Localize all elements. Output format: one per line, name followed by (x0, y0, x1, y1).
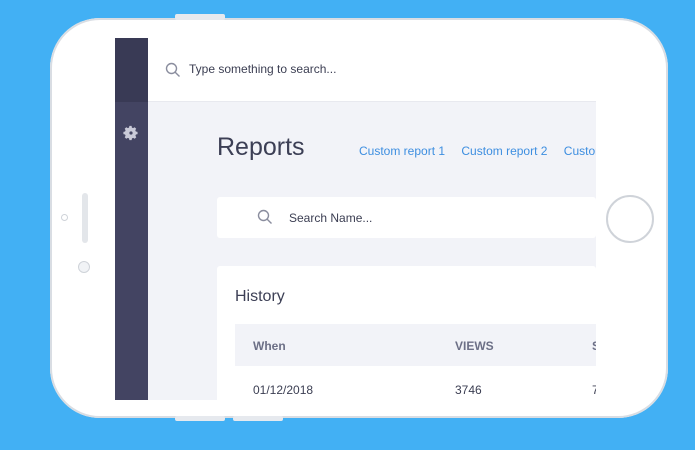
top-search-bar (148, 38, 596, 102)
page-title: Reports (217, 133, 305, 161)
camera-dot (78, 261, 90, 273)
side-button (175, 416, 225, 421)
tab-custom-report-3[interactable]: Custom (564, 144, 596, 158)
name-search-input[interactable] (289, 207, 539, 229)
tab-custom-report-1[interactable]: Custom report 1 (359, 144, 445, 158)
history-card: History When VIEWS S (217, 266, 596, 400)
home-button[interactable] (606, 195, 654, 243)
side-button (233, 416, 283, 421)
sensor-dot (61, 214, 68, 221)
gear-icon[interactable] (123, 125, 139, 141)
global-search-input[interactable] (189, 58, 489, 80)
column-header-when[interactable]: When (253, 339, 286, 353)
sidebar (115, 38, 148, 400)
search-icon (165, 62, 180, 77)
search-icon (257, 209, 272, 224)
tab-custom-report-2[interactable]: Custom report 2 (461, 144, 547, 158)
column-header-views[interactable]: VIEWS (455, 339, 494, 353)
history-title: History (235, 288, 285, 305)
speaker-grille (82, 193, 88, 243)
report-tabs: Custom report 1 Custom report 2 Custom (359, 144, 596, 158)
sidebar-header (115, 38, 148, 102)
table-header: When VIEWS S (235, 324, 596, 366)
name-search-bar (217, 197, 596, 238)
app-screen: Reports Custom report 1 Custom report 2 … (115, 38, 596, 400)
volume-button (175, 14, 225, 20)
column-header-s[interactable]: S (592, 339, 596, 353)
